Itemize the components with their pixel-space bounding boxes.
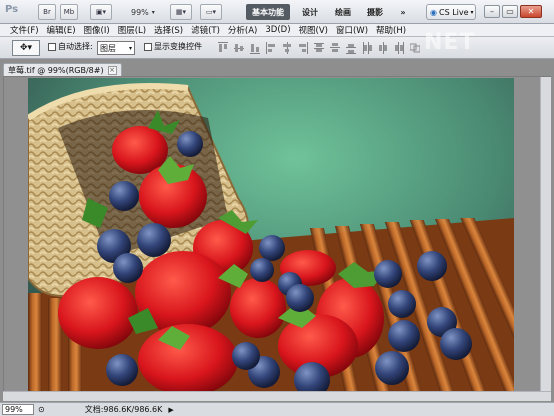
workspace-essentials[interactable]: 基本功能 [246, 4, 290, 20]
restore-button[interactable]: ▭ [502, 5, 518, 18]
menu-window[interactable]: 窗口(W) [332, 24, 372, 36]
show-transform-label: 显示变换控件 [154, 42, 202, 51]
status-bar: 99% ⊙ 文档:986.6K/986.6K ▶ [0, 402, 554, 416]
distribute-top-icon[interactable] [314, 42, 324, 54]
distribute-left-icon[interactable] [362, 42, 372, 54]
align-right-icon[interactable] [298, 42, 308, 54]
restore-icon: ▭ [506, 7, 514, 16]
align-vcenter-icon[interactable] [234, 42, 244, 54]
align-bottom-icon[interactable] [250, 42, 260, 54]
close-window-button[interactable]: ✕ [520, 5, 542, 18]
zoom-level-field[interactable]: 99% ▾ [128, 4, 168, 20]
cs-live-icon: ◉ [430, 7, 437, 17]
distribute-bottom-icon[interactable] [346, 42, 356, 54]
cs-live-button[interactable]: ◉ CS Live ▾ [426, 4, 476, 20]
menu-analysis[interactable]: 分析(A) [224, 24, 261, 36]
chevron-down-icon: ▾ [128, 44, 132, 52]
view-extras-button[interactable]: ▣▾ [90, 4, 112, 20]
distribute-right-icon[interactable] [394, 42, 404, 54]
document-tab-title: 草莓.tif @ 99%(RGB/8#) [8, 65, 104, 75]
menu-edit[interactable]: 编辑(E) [43, 24, 80, 36]
menu-filter[interactable]: 滤镜(T) [187, 24, 224, 36]
show-transform-checkbox[interactable] [144, 43, 152, 51]
menu-select[interactable]: 选择(S) [150, 24, 187, 36]
align-left-icon[interactable] [266, 42, 276, 54]
minimize-icon: – [490, 7, 494, 16]
more-workspaces-button[interactable]: » [394, 4, 412, 20]
auto-select-dropdown[interactable]: 图层 ▾ [97, 41, 135, 55]
zoom-level-value: 99% [131, 7, 149, 17]
arrange-documents-button[interactable]: ▦▾ [170, 4, 192, 20]
status-zoom-field[interactable]: 99% [2, 404, 34, 415]
auto-select-label: 自动选择: [58, 42, 93, 51]
document-tab[interactable]: 草莓.tif @ 99%(RGB/8#) × [3, 63, 122, 76]
document-size-info: 文档:986.6K/986.6K [84, 405, 163, 414]
workspace-photography[interactable]: 摄影 [362, 4, 388, 20]
menu-3d[interactable]: 3D(D) [261, 25, 294, 35]
application-bar: Ps Br Mb ▣▾ 99% ▾ ▦▾ ▭▾ 基本功能 设计 绘画 摄影 » ◉… [0, 0, 554, 24]
distribute-hcenter-icon[interactable] [378, 42, 388, 54]
minimize-button[interactable]: – [484, 5, 500, 18]
auto-select-checkbox[interactable] [48, 43, 56, 51]
status-zoom-value: 99% [5, 405, 23, 414]
menu-file[interactable]: 文件(F) [6, 24, 43, 36]
arrange-documents-icon: ▦▾ [175, 8, 187, 16]
view-extras-icon: ▣▾ [95, 8, 107, 16]
document-canvas-image[interactable] [28, 78, 514, 400]
watermark-text: NET [424, 30, 476, 55]
align-top-icon[interactable] [218, 42, 228, 54]
cs-live-label: CS Live [438, 7, 469, 17]
align-hcenter-icon[interactable] [282, 42, 292, 54]
menu-layer[interactable]: 图层(L) [114, 24, 150, 36]
mini-bridge-button[interactable]: Mb [60, 4, 78, 20]
horizontal-scrollbar[interactable] [3, 391, 551, 401]
tool-preset-picker[interactable]: ✥▾ [12, 40, 40, 56]
status-zoom-icon[interactable]: ⊙ [38, 405, 45, 414]
close-icon: ✕ [527, 7, 535, 16]
screen-mode-button[interactable]: ▭▾ [200, 4, 222, 20]
menu-image[interactable]: 图像(I) [80, 24, 114, 36]
auto-align-layers-icon[interactable] [410, 42, 420, 54]
menu-help[interactable]: 帮助(H) [372, 24, 410, 36]
align-distribute-group [218, 42, 420, 54]
distribute-vcenter-icon[interactable] [330, 42, 340, 54]
move-tool-icon: ✥▾ [19, 43, 33, 53]
launch-bridge-button[interactable]: Br [38, 4, 56, 20]
auto-select-value: 图层 [100, 43, 116, 53]
photoshop-logo: Ps [5, 4, 19, 15]
screen-mode-icon: ▭▾ [205, 8, 217, 16]
strawberries-photo [28, 78, 514, 400]
workspace-painting[interactable]: 绘画 [330, 4, 356, 20]
workspace-design[interactable]: 设计 [297, 4, 323, 20]
vertical-scrollbar[interactable] [540, 77, 551, 401]
status-menu-arrow-icon[interactable]: ▶ [168, 406, 173, 414]
menu-view[interactable]: 视图(V) [295, 24, 332, 36]
close-document-icon[interactable]: × [107, 65, 117, 75]
